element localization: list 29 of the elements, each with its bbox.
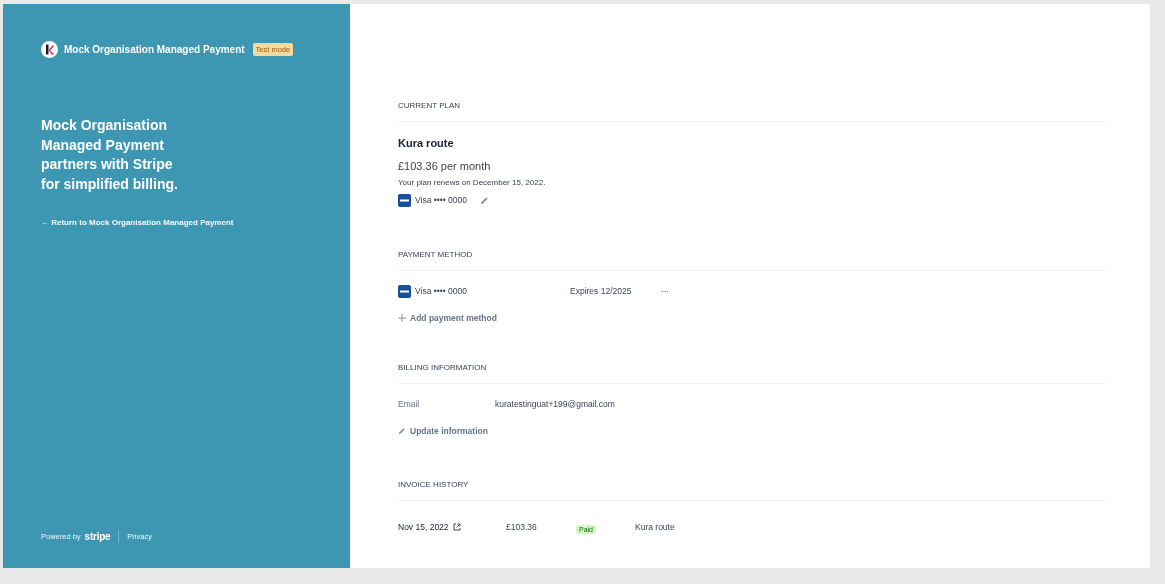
section-heading: INVOICE HISTORY [398, 479, 470, 492]
card-expiry: Expires 12/2025 [570, 285, 633, 298]
renewal-text: Your plan renews on December 15, 2022. [398, 177, 547, 189]
update-information-button[interactable]: Update information [398, 424, 488, 438]
card-icon [398, 194, 411, 207]
business-name: Mock Organisation Managed Payment [64, 43, 245, 57]
plan-name: Kura route [398, 136, 455, 151]
card-number: Visa •••• 0000 [415, 194, 467, 207]
headline: Mock Organisation Managed Payment partners with Stripe for simplified billing. [41, 116, 179, 194]
plan-price: £103.36 per month [398, 158, 492, 174]
section-heading: CURRENT PLAN [398, 100, 462, 112]
card-number: Visa •••• 0000 [415, 285, 468, 298]
logo-icon [41, 41, 58, 58]
external-link-icon [452, 523, 461, 532]
card-icon [398, 285, 411, 298]
more-button[interactable]: ··· [661, 287, 669, 296]
stripe-wordmark[interactable]: stripe [84, 529, 111, 544]
section-heading: PAYMENT METHOD [398, 249, 474, 261]
pencil-icon[interactable] [479, 196, 489, 205]
invoice-plan: Kura route [635, 520, 675, 534]
invoice-date-link[interactable]: Nov 15, 2022 [398, 520, 506, 534]
pencil-icon [398, 426, 406, 435]
plus-icon [398, 314, 406, 323]
field-label: Email [398, 397, 421, 411]
add-payment-method-button[interactable]: Add payment method [398, 312, 497, 325]
field-value: kuratestinguat+199@gmail.com [495, 397, 615, 411]
return-link[interactable]: ← Return to Mock Organisation Managed Payment [41, 217, 334, 229]
section-heading: BILLING INFORMATION [398, 361, 488, 374]
invoice-amount: £103.36 [506, 520, 538, 534]
